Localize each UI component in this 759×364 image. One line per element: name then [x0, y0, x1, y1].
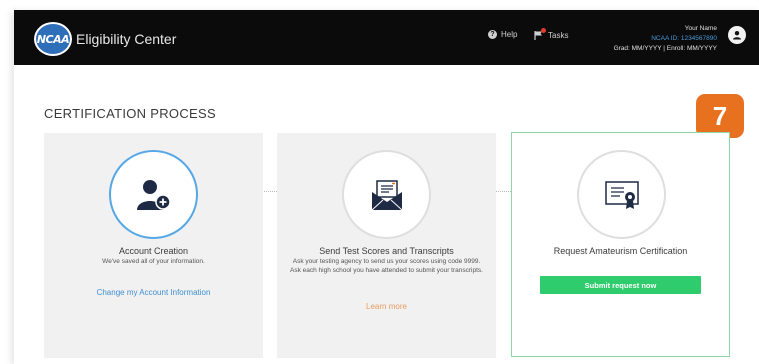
step-card-test-scores: Send Test Scores and Transcripts Ask you… — [277, 133, 496, 358]
tasks-label: Tasks — [548, 30, 569, 40]
ncaa-logo[interactable]: NCAA — [34, 22, 72, 56]
certificate-icon — [604, 180, 639, 209]
logo-text: NCAA — [36, 32, 70, 46]
step-card-account-creation: Account Creation We've saved all of your… — [44, 133, 263, 358]
grad-enroll-dates: Grad: MM/YYYY | Enroll: MM/YYYY — [613, 45, 717, 52]
flag-icon — [534, 28, 546, 40]
step-icon-circle — [577, 150, 666, 239]
add-user-icon — [136, 179, 171, 210]
step-description: We've saved all of your information. — [102, 258, 205, 265]
user-icon — [733, 31, 741, 40]
help-icon: ? — [488, 30, 497, 39]
page-title: CERTIFICATION PROCESS — [44, 106, 216, 121]
step-title: Request Amateurism Certification — [553, 246, 688, 256]
step-description: Ask your testing agency to send us your … — [290, 258, 483, 274]
step-icon-circle — [109, 150, 198, 239]
top-navbar: NCAA Eligibility Center ? Help Tasks You… — [14, 10, 759, 65]
envelope-icon — [371, 179, 402, 210]
step-card-amateurism: Request Amateurism Certification Submit … — [511, 132, 730, 357]
ncaa-id: NCAA ID: 1234567890 — [651, 35, 717, 42]
step-icon-circle — [342, 150, 431, 239]
help-label: Help — [501, 30, 518, 39]
notification-dot — [541, 28, 546, 33]
user-info[interactable]: Your Name NCAA ID: 1234567890 Grad: MM/Y… — [614, 24, 717, 54]
change-account-link[interactable]: Change my Account Information — [44, 288, 263, 297]
step-title: Account Creation — [118, 246, 189, 256]
submit-request-button[interactable]: Submit request now — [540, 276, 701, 294]
brand-title: Eligibility Center — [76, 31, 177, 47]
help-link[interactable]: ? Help — [488, 30, 517, 39]
app-frame: NCAA Eligibility Center ? Help Tasks You… — [14, 10, 759, 364]
user-name: Your Name — [684, 25, 717, 32]
learn-more-link[interactable]: Learn more — [277, 302, 496, 311]
tasks-link[interactable]: Tasks — [534, 28, 569, 40]
avatar[interactable] — [728, 26, 746, 44]
step-title: Send Test Scores and Transcripts — [319, 246, 454, 256]
